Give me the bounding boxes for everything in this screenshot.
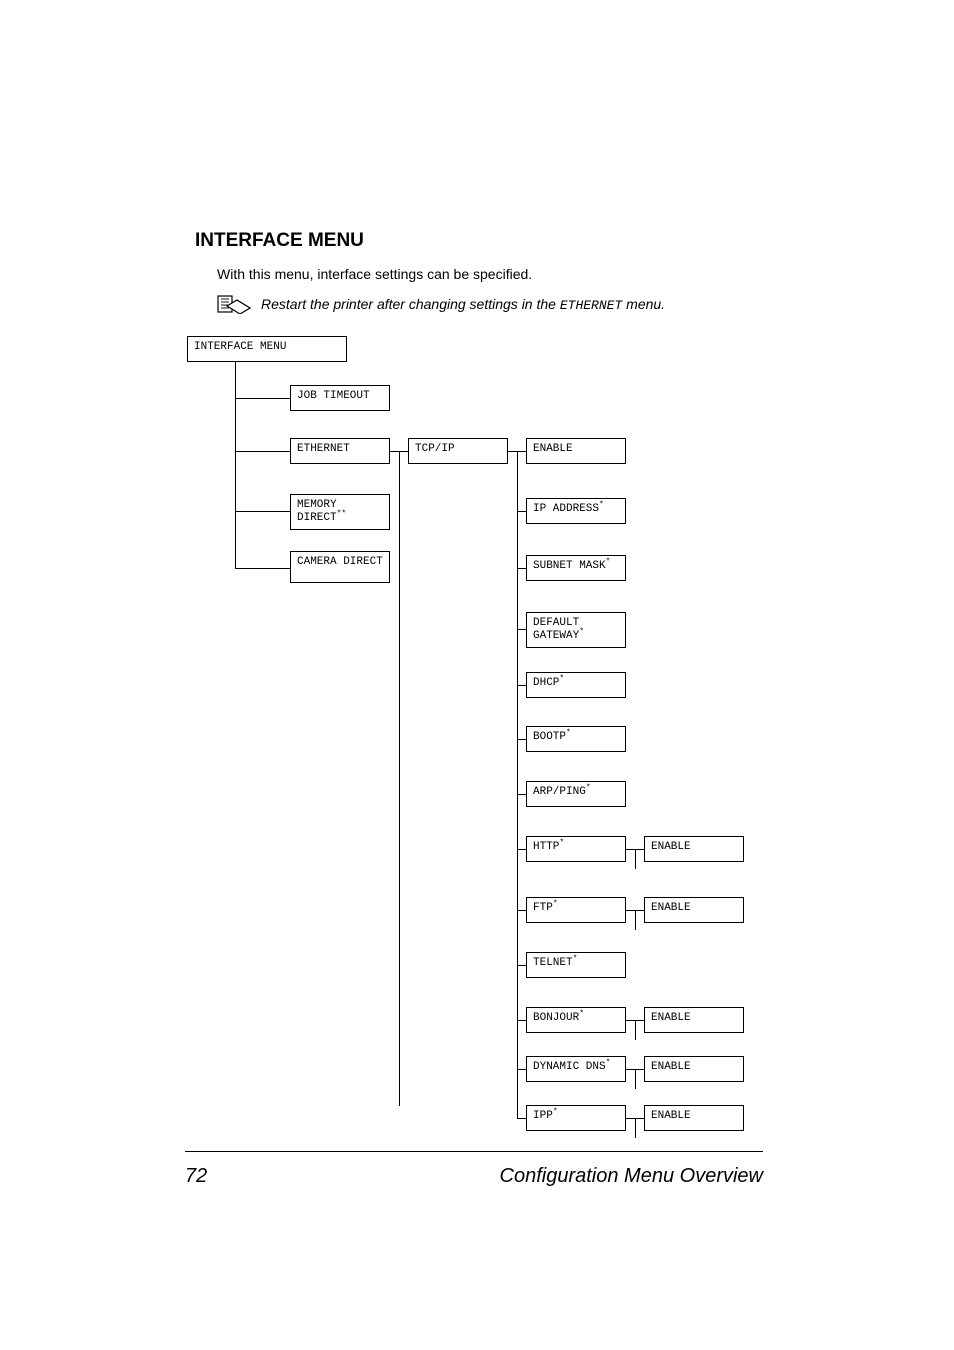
box-bootp: BOOTP* (526, 726, 626, 752)
footer-title: Configuration Menu Overview (500, 1165, 763, 1188)
note-prefix: Restart the printer after changing setti… (261, 296, 560, 312)
box-camera-direct: CAMERA DIRECT (290, 551, 390, 583)
connector-line (517, 1020, 526, 1021)
connector-line (517, 849, 526, 850)
box-subnet-mask: SUBNET MASK* (526, 555, 626, 581)
connector-line (517, 568, 526, 569)
http-label: HTTP* (533, 841, 564, 854)
bootp-label: BOOTP* (533, 731, 571, 744)
subnet-mask-label: SUBNET MASK* (533, 560, 610, 573)
box-default-gateway: DEFAULTGATEWAY* (526, 612, 626, 648)
default-gateway-label: DEFAULTGATEWAY* (533, 617, 584, 643)
note-icon (217, 294, 251, 314)
connector-line (517, 739, 526, 740)
connector-line (235, 362, 236, 568)
connector-line (635, 1020, 636, 1040)
box-dynamic-dns: DYNAMIC DNS* (526, 1056, 626, 1082)
connector-line (517, 685, 526, 686)
connector-line (517, 451, 518, 1106)
ftp-label: FTP* (533, 902, 558, 915)
arpping-label: ARP/PING* (533, 786, 591, 799)
connector-line (235, 568, 290, 569)
box-ipp-enable: ENABLE (644, 1105, 744, 1131)
footer-rule (185, 1151, 763, 1152)
box-ipp: IPP* (526, 1105, 626, 1131)
dhcp-label: DHCP* (533, 677, 564, 690)
ip-address-label: IP ADDRESS* (533, 503, 604, 516)
box-http-enable: ENABLE (644, 836, 744, 862)
connector-line (517, 1118, 526, 1119)
connector-line (635, 910, 636, 930)
note-text: Restart the printer after changing setti… (261, 296, 665, 313)
note-mono: ETHERNET (560, 298, 622, 313)
note-row: Restart the printer after changing setti… (217, 294, 765, 314)
menu-tree-diagram: INTERFACE MENU JOB TIMEOUT ETHERNET MEMO… (195, 336, 765, 1106)
intro-text: With this menu, interface settings can b… (217, 266, 765, 282)
box-tcpip: TCP/IP (408, 438, 508, 464)
ipp-label: IPP* (533, 1110, 558, 1123)
connector-line (635, 1069, 636, 1089)
box-dynamic-dns-enable: ENABLE (644, 1056, 744, 1082)
dynamic-dns-label: DYNAMIC DNS* (533, 1061, 610, 1074)
box-bonjour-enable: ENABLE (644, 1007, 744, 1033)
box-ip-address: IP ADDRESS* (526, 498, 626, 524)
connector-line (399, 451, 400, 1106)
box-job-timeout: JOB TIMEOUT (290, 385, 390, 411)
connector-line (635, 1118, 636, 1138)
section-heading: INTERFACE MENU (195, 230, 765, 252)
connector-line (517, 511, 526, 512)
box-memory-direct: MEMORY DIRECT** (290, 494, 390, 530)
memory-direct-label: MEMORY DIRECT** (297, 499, 383, 525)
box-ftp: FTP* (526, 897, 626, 923)
box-bonjour: BONJOUR* (526, 1007, 626, 1033)
page-number: 72 (185, 1165, 207, 1188)
box-dhcp: DHCP* (526, 672, 626, 698)
telnet-label: TELNET* (533, 957, 577, 970)
connector-line (517, 910, 526, 911)
box-arpping: ARP/PING* (526, 781, 626, 807)
connector-line (517, 1106, 518, 1118)
connector-line (635, 849, 636, 869)
box-http: HTTP* (526, 836, 626, 862)
connector-line (235, 511, 290, 512)
box-ftp-enable: ENABLE (644, 897, 744, 923)
connector-line (517, 1069, 526, 1070)
box-telnet: TELNET* (526, 952, 626, 978)
note-suffix: menu. (622, 296, 665, 312)
box-interface-menu: INTERFACE MENU (187, 336, 347, 362)
connector-line (235, 398, 290, 399)
connector-line (517, 965, 526, 966)
box-enable: ENABLE (526, 438, 626, 464)
bonjour-label: BONJOUR* (533, 1012, 584, 1025)
connector-line (235, 451, 290, 452)
connector-line (517, 794, 526, 795)
box-ethernet: ETHERNET (290, 438, 390, 464)
connector-line (517, 629, 526, 630)
